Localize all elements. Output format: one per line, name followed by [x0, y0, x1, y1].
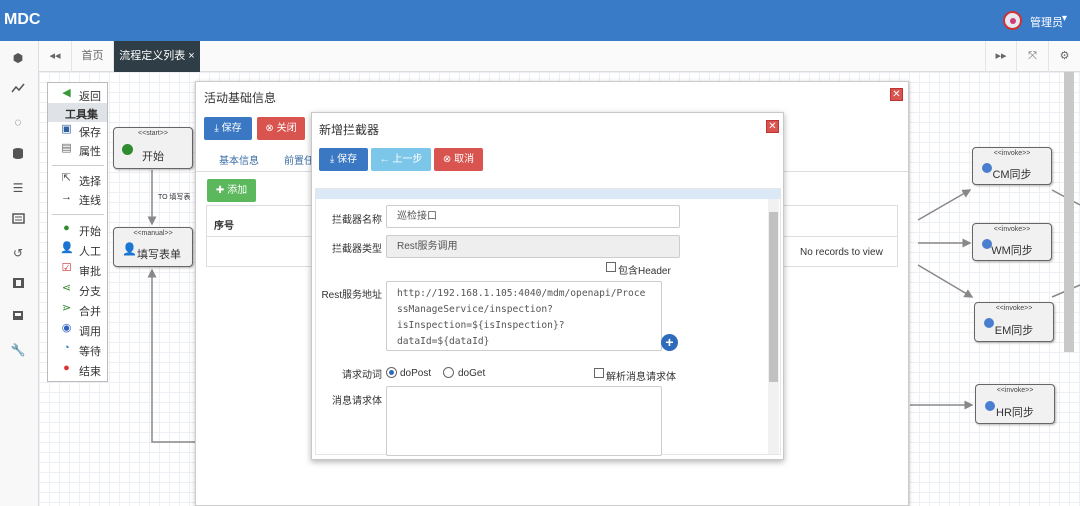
start-icon: ● — [63, 222, 70, 234]
add-button[interactable]: ✚ 添加 — [207, 179, 256, 202]
interceptor-name-input[interactable]: 巡检接口 — [386, 205, 680, 228]
cancel-button[interactable]: ⊗ 取消 — [434, 148, 483, 171]
url-line: isInspection=${isInspection}?dataId=${da… — [397, 320, 565, 347]
node-stereotype: <<invoke>> — [993, 226, 1031, 233]
node-wm-sync[interactable]: <<invoke>> WM同步 — [972, 223, 1052, 261]
tool-save[interactable]: ▣ 保存 — [48, 121, 107, 140]
dopost-label: doPost — [400, 368, 432, 379]
interceptor-form: 拦截器名称 巡检接口 拦截器类型 Rest服务调用 包含Header Rest服… — [315, 188, 781, 456]
url-line: ssManageService/inspection? — [397, 304, 553, 315]
node-name: CM同步 — [992, 169, 1032, 181]
tool-invoke[interactable]: ◉ 调用 — [48, 320, 107, 339]
node-stereotype: <<manual>> — [133, 230, 173, 237]
node-em-sync[interactable]: <<invoke>> EM同步 — [974, 302, 1054, 342]
dialog-title: 新增拦截器 — [319, 123, 380, 137]
body-label: 消息请求体 — [332, 396, 382, 407]
add-interceptor-dialog: 新增拦截器 ✕ ⤓ 保存 ← 上一步 ⊗ 取消 拦截器名称 巡检接口 拦截器类型… — [311, 112, 784, 460]
close-icon[interactable]: ✕ — [766, 120, 779, 133]
close-button[interactable]: ⊗ 关闭 — [257, 117, 305, 140]
previous-step-button[interactable]: ← 上一步 — [371, 148, 431, 171]
form-scrollbar[interactable] — [768, 199, 779, 454]
person-icon: 👤 — [60, 242, 74, 254]
node-name: 填写表单 — [137, 249, 181, 261]
message-body-textarea[interactable] — [386, 386, 662, 456]
url-line: http://192.168.1.105:4040/mdm/openapi/Pr… — [397, 288, 646, 299]
node-start[interactable]: <<start>> 开始 — [113, 127, 193, 169]
tool-properties[interactable]: ▤ 属性 — [48, 140, 107, 159]
parse-body-checkbox[interactable] — [594, 368, 604, 378]
include-header-checkbox[interactable] — [606, 262, 616, 272]
connector-icon: → — [61, 191, 72, 203]
toolbox-heading: 工具集 — [48, 103, 107, 122]
properties-icon: ▤ — [61, 142, 72, 154]
node-name: HR同步 — [996, 407, 1034, 419]
tool-start[interactable]: ● 开始 — [48, 220, 107, 239]
method-label: 请求动词 — [342, 370, 382, 381]
type-label: 拦截器类型 — [332, 244, 382, 255]
node-stereotype: <<invoke>> — [996, 387, 1034, 394]
invoke-icon: ◉ — [61, 322, 72, 334]
tab-basic-info[interactable]: 基本信息 — [219, 152, 259, 167]
node-hr-sync[interactable]: <<invoke>> HR同步 — [975, 384, 1055, 424]
tool-end[interactable]: ● 结束 — [48, 360, 107, 379]
tool-connect[interactable]: → 连线 — [48, 189, 107, 208]
form-header-strip — [316, 189, 780, 199]
node-name: 开始 — [142, 151, 164, 163]
interceptor-type-select[interactable]: Rest服务调用 — [386, 235, 680, 258]
close-icon[interactable]: ✕ — [890, 88, 903, 101]
canvas-scrollbar[interactable] — [1064, 72, 1074, 352]
name-label: 拦截器名称 — [332, 215, 382, 226]
save-button[interactable]: ⤓ 保存 — [204, 117, 252, 140]
approve-icon: ☑ — [61, 262, 72, 274]
node-stereotype: <<invoke>> — [995, 305, 1033, 312]
join-icon: ⋗ — [61, 302, 72, 314]
doget-radio[interactable] — [443, 367, 454, 378]
save-icon: ▣ — [61, 123, 72, 135]
tool-approve[interactable]: ☑ 审批 — [48, 260, 107, 279]
tool-select[interactable]: ⇱ 选择 — [48, 170, 107, 189]
form-scroll-thumb[interactable] — [769, 212, 778, 382]
dialog-title: 活动基础信息 — [204, 91, 277, 105]
toolbox-divider — [52, 165, 104, 166]
toolbox-divider — [52, 214, 104, 215]
tool-manual[interactable]: 👤 人工 — [48, 240, 107, 259]
tool-wait[interactable]: ◔ 等待 — [48, 340, 107, 359]
include-header-label: 包含Header — [618, 266, 671, 277]
column-header-seq: 序号 — [214, 221, 234, 232]
back-arrow-icon: ◀ — [62, 87, 71, 99]
end-icon: ● — [63, 362, 70, 374]
tool-join[interactable]: ⋗ 合并 — [48, 300, 107, 319]
toolbox-panel: ◀ 返回 工具集 ▣ 保存 ▤ 属性 ⇱ 选择 → 连线 ● 开始 👤 人工 ☑ 审批 ⋖ 分支 … — [47, 82, 108, 382]
fork-icon: ⋖ — [61, 282, 72, 294]
add-circle-icon[interactable]: + — [661, 334, 678, 351]
cursor-icon: ⇱ — [61, 172, 72, 184]
rest-url-textarea[interactable]: http://192.168.1.105:4040/mdm/openapi/Pr… — [386, 281, 662, 351]
node-fill-form[interactable]: <<manual>> 👤 填写表单 — [113, 227, 193, 267]
tab-pre-task[interactable]: 前置任 — [284, 152, 314, 167]
edge-label: TO 填写表 — [158, 194, 191, 201]
tool-back[interactable]: ◀ 返回 — [48, 85, 107, 104]
tool-fork[interactable]: ⋖ 分支 — [48, 280, 107, 299]
node-name: EM同步 — [994, 325, 1034, 337]
node-stereotype: <<invoke>> — [993, 150, 1031, 157]
wait-icon: ◔ — [63, 342, 70, 354]
node-cm-sync[interactable]: <<invoke>> CM同步 — [972, 147, 1052, 185]
empty-message: No records to view — [800, 247, 883, 258]
dopost-radio[interactable] — [386, 367, 397, 378]
parse-body-label: 解析消息请求体 — [606, 372, 676, 383]
rest-url-label: Rest服务地址 — [321, 290, 382, 301]
save-button[interactable]: ⤓ 保存 — [319, 148, 368, 171]
doget-label: doGet — [458, 368, 486, 379]
node-stereotype: <<start>> — [138, 130, 168, 137]
node-name: WM同步 — [991, 245, 1033, 257]
